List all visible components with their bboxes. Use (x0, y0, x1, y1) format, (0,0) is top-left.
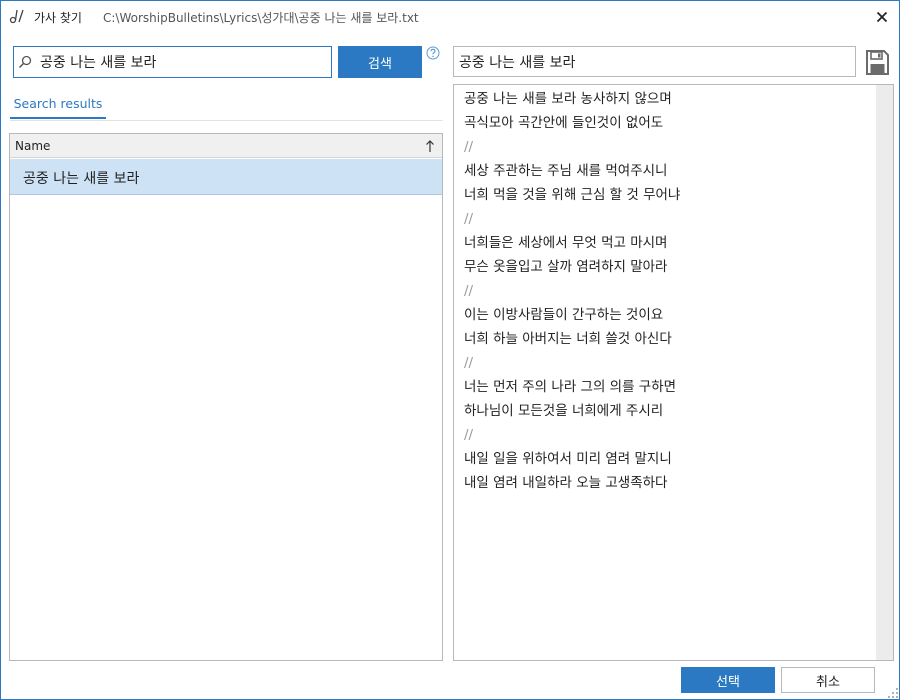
lyric-line: 내일 염려 내일하라 오늘 고생족하다 (464, 475, 668, 491)
window-title: 가사 찾기 (34, 11, 82, 25)
list-item-name: 공중 나는 새를 보라 (23, 171, 140, 187)
lyric-separator: // (464, 211, 474, 227)
lyrics-scrollbar[interactable] (876, 85, 893, 660)
title-bar[interactable]: 가사 찾기 C:\WorshipBulletins\Lyrics\성가대\공중 … (1, 1, 899, 33)
results-list[interactable]: Name 공중 나는 새를 보라 (9, 133, 443, 661)
lyric-line: 이는 이방사람들이 간구하는 것이요 (464, 307, 664, 323)
lyric-line: 공중 나는 새를 보라 농사하지 않으며 (464, 91, 672, 107)
file-path: C:\WorshipBulletins\Lyrics\성가대\공중 나는 새를 … (103, 11, 419, 25)
lyrics-app-icon (9, 7, 27, 25)
lyric-line: 세상 주관하는 주님 새를 먹여주시니 (464, 163, 668, 179)
list-header[interactable]: Name (10, 134, 442, 158)
lyric-line: 내일 일을 위하여서 미리 염려 말지니 (464, 451, 672, 467)
sort-up-arrow-icon[interactable] (424, 139, 436, 153)
cancel-button[interactable]: 취소 (781, 667, 875, 693)
search-input[interactable] (40, 51, 326, 73)
lyric-separator: // (464, 283, 474, 299)
tab-search-results[interactable]: Search results (10, 95, 106, 119)
close-button[interactable] (869, 5, 895, 29)
select-button[interactable]: 선택 (681, 667, 775, 693)
resize-grip-icon[interactable] (887, 687, 899, 699)
lyrics-text-area[interactable]: 공중 나는 새를 보라 농사하지 않으며 곡식모아 곡간안에 들인것이 없어도 … (453, 84, 894, 661)
lyric-separator: // (464, 355, 474, 371)
list-item[interactable]: 공중 나는 새를 보라 (10, 159, 442, 195)
search-icon (18, 55, 32, 69)
lyric-line: 너희 하늘 아버지는 너희 쓸것 아신다 (464, 331, 672, 347)
search-box[interactable] (13, 46, 332, 78)
lyric-line: 너희들은 세상에서 무엇 먹고 마시며 (464, 235, 668, 251)
lyrics-finder-window: 가사 찾기 C:\WorshipBulletins\Lyrics\성가대\공중 … (0, 0, 900, 700)
lyric-line: 곡식모아 곡간안에 들인것이 없어도 (464, 115, 664, 131)
lyric-line: 무슨 옷을입고 살까 염려하지 말아라 (464, 259, 668, 275)
lyric-separator: // (464, 139, 474, 155)
lyric-line: 하나님이 모든것을 너희에게 주시리 (464, 403, 664, 419)
search-button[interactable]: 검색 (338, 46, 422, 78)
lyric-line: 너는 먼저 주의 나라 그의 의를 구하면 (464, 379, 677, 395)
floppy-disk-icon[interactable] (866, 50, 889, 75)
column-header-name[interactable]: Name (15, 139, 50, 153)
close-icon (876, 11, 888, 23)
tab-divider (10, 120, 443, 121)
lyrics-content[interactable]: 공중 나는 새를 보라 농사하지 않으며 곡식모아 곡간안에 들인것이 없어도 … (464, 87, 868, 495)
question-circle-icon[interactable] (426, 46, 440, 60)
song-title-input[interactable] (459, 51, 849, 73)
lyric-line: 너희 먹을 것을 위해 근심 할 것 무어냐 (464, 187, 681, 203)
lyric-separator: // (464, 427, 474, 443)
song-title-field[interactable] (453, 46, 856, 77)
